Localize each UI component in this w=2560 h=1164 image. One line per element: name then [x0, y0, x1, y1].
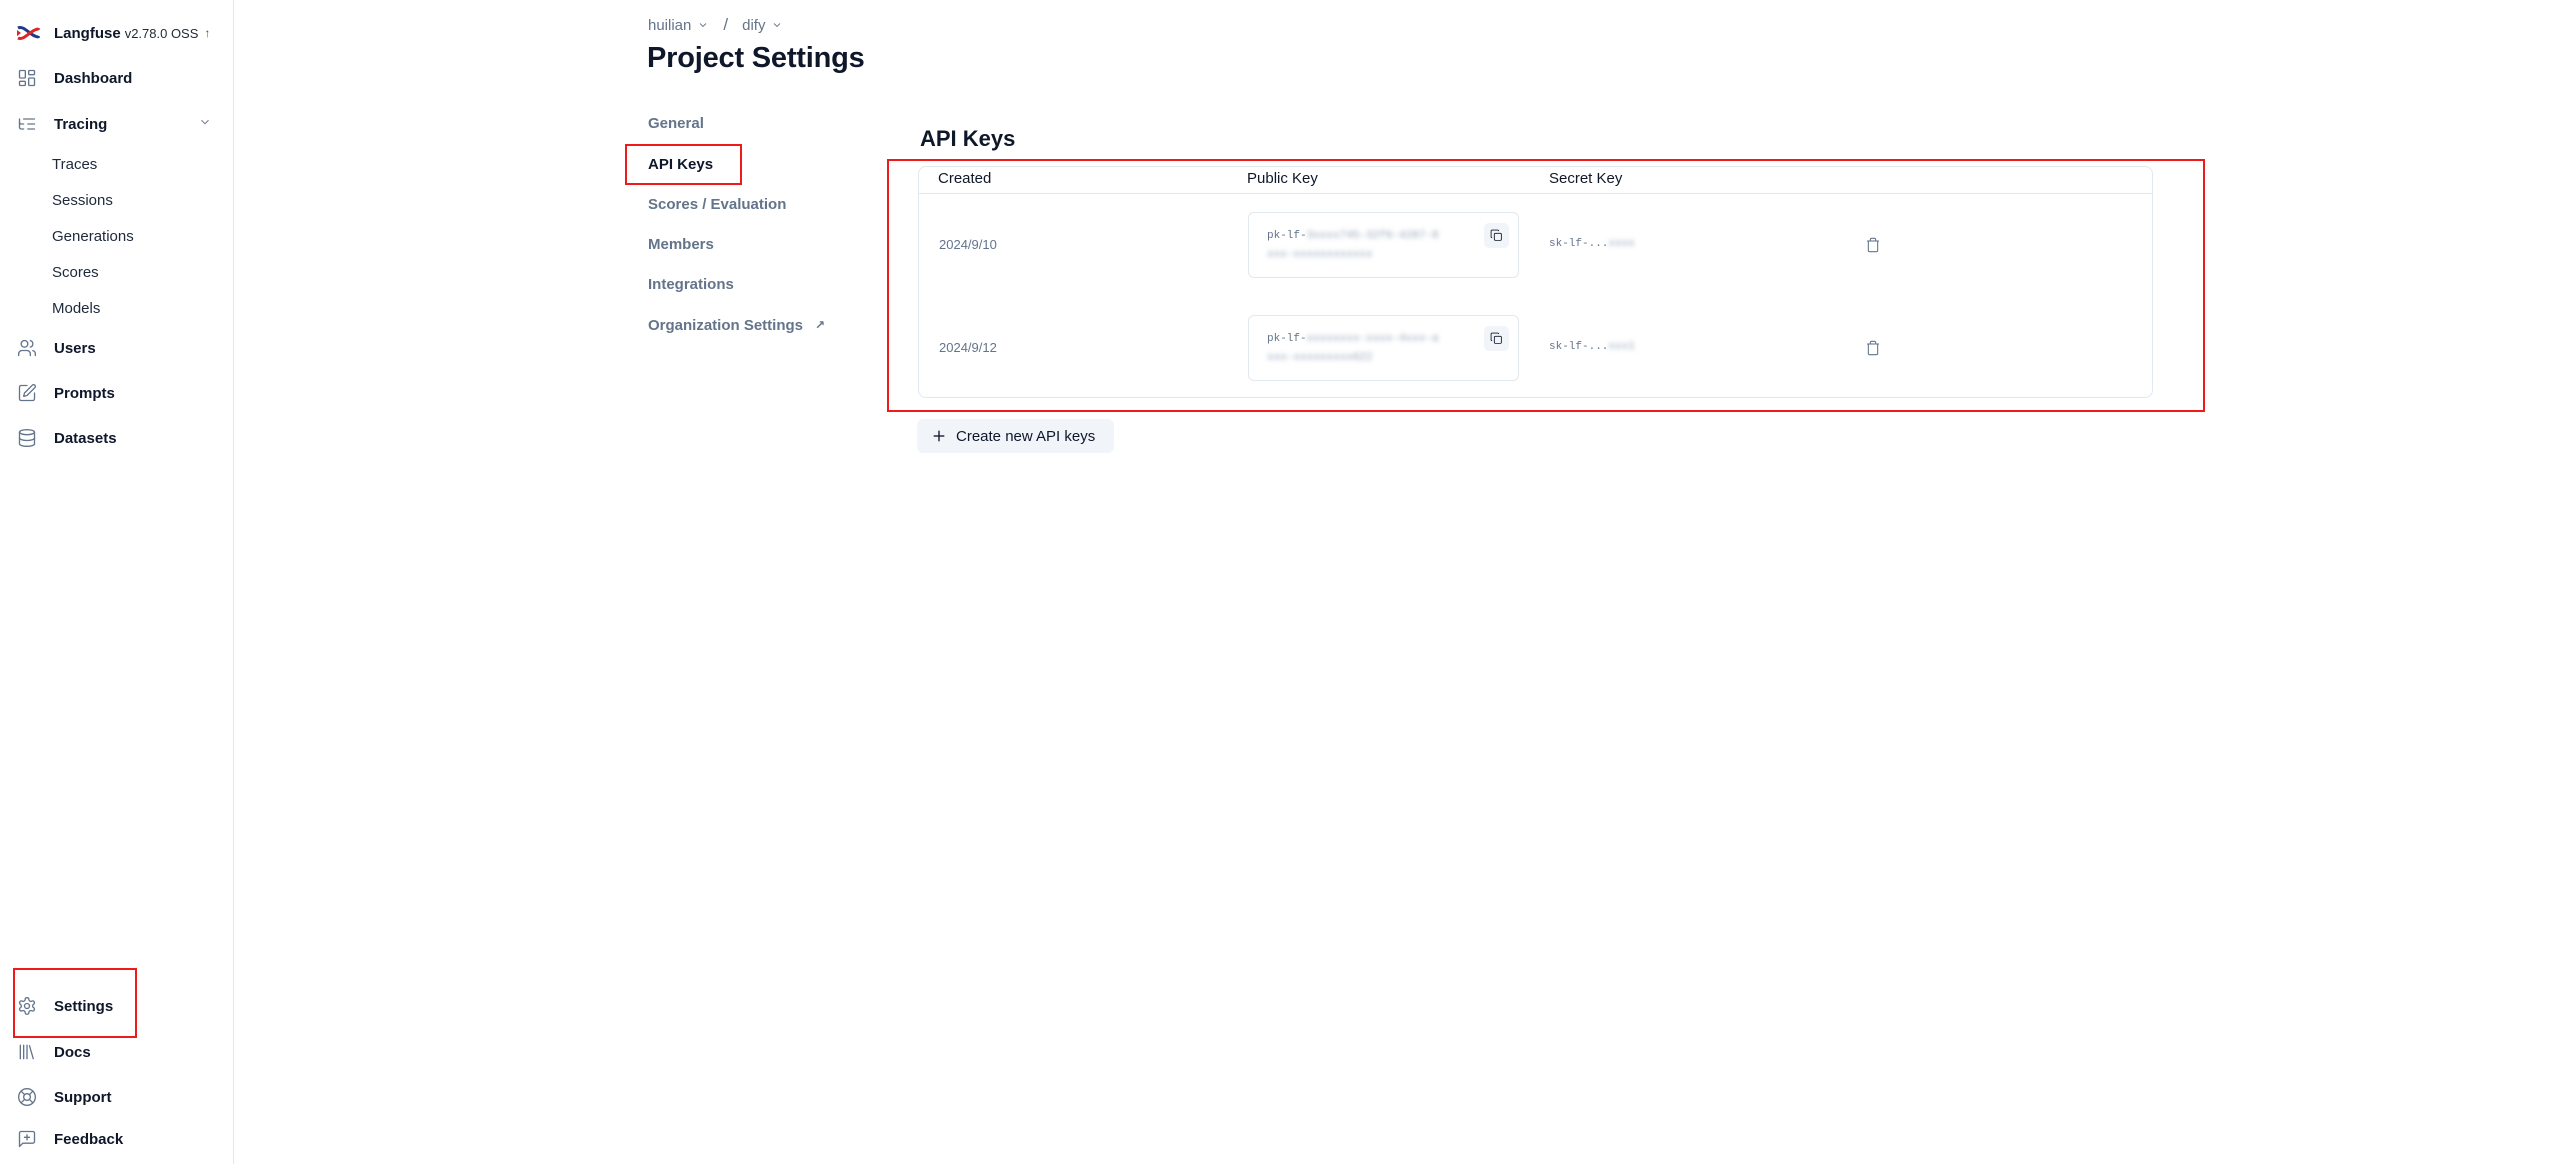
tab-scores-evaluation[interactable]: Scores / Evaluation	[648, 193, 786, 215]
life-buoy-icon	[16, 1086, 38, 1108]
secret-key-value: sk-lf-...xxxx	[1549, 238, 1635, 250]
sidebar-item-label: Support	[54, 1088, 112, 1106]
table-header: Created Public Key Secret Key	[919, 167, 2152, 194]
sidebar-item-users[interactable]: Users	[16, 334, 96, 362]
brand-name: Langfuse	[54, 24, 121, 42]
column-header-public-key: Public Key	[1247, 170, 1318, 187]
secret-key-redacted: xxxx	[1608, 238, 1635, 250]
secret-key-prefix: sk-lf-...	[1549, 341, 1609, 353]
brand[interactable]: Langfuse v2.78.0 OSS ↑	[16, 22, 210, 44]
sidebar-item-sessions[interactable]: Sessions	[52, 188, 113, 212]
sidebar-item-settings[interactable]: Settings	[16, 992, 113, 1020]
sidebar-item-docs[interactable]: Docs	[16, 1038, 91, 1066]
table-row: 2024/9/12 pk-lf-xxxxxxxx-xxxx-4xxx-a xxx-…	[919, 297, 2152, 399]
external-link-icon: ↗	[815, 318, 826, 332]
column-header-created: Created	[938, 170, 992, 187]
public-key-redacted: xxx-xxxxxxxxx622	[1267, 352, 1373, 364]
delete-key-button[interactable]	[1864, 339, 1882, 357]
chevron-down-icon[interactable]	[198, 115, 214, 131]
create-button-label: Create new API keys	[956, 427, 1096, 445]
plus-icon	[933, 430, 945, 442]
created-date: 2024/9/10	[939, 237, 997, 252]
breadcrumb-separator: /	[723, 15, 729, 34]
pencil-square-icon	[16, 382, 38, 404]
sidebar-item-support[interactable]: Support	[16, 1083, 112, 1111]
public-key-redacted: 3xxxx745-32f6-4287-8	[1306, 230, 1439, 242]
sidebar-item-scores[interactable]: Scores	[52, 260, 99, 284]
breadcrumb: huilian / dify	[648, 14, 783, 36]
copy-icon	[1490, 332, 1502, 344]
public-key-redacted: xxxxxxxx-xxxx-4xxx-a	[1306, 333, 1439, 345]
secret-key-value: sk-lf-...xxx1	[1549, 341, 1635, 353]
column-header-secret-key: Secret Key	[1549, 170, 1623, 187]
sidebar-item-label: Dashboard	[54, 69, 133, 87]
trash-icon	[1867, 340, 1879, 356]
sidebar-item-datasets[interactable]: Datasets	[16, 424, 117, 452]
sidebar-item-label: Users	[54, 339, 96, 357]
gear-icon	[16, 995, 38, 1017]
breadcrumb-organization[interactable]: huilian	[648, 17, 709, 34]
sidebar-item-label: Docs	[54, 1043, 91, 1061]
sidebar-item-tracing[interactable]: Tracing	[16, 110, 107, 138]
public-key-redacted: xxx-xxxxxxxxxxxx	[1267, 249, 1373, 261]
sidebar-item-label: Prompts	[54, 384, 115, 402]
sidebar-item-dashboard[interactable]: Dashboard	[16, 64, 132, 92]
list-tree-icon	[16, 113, 38, 135]
tab-label: Organization Settings	[648, 316, 804, 334]
tab-integrations[interactable]: Integrations	[648, 273, 734, 295]
copy-icon	[1490, 229, 1502, 241]
sidebar-item-traces[interactable]: Traces	[52, 152, 97, 176]
public-key-value: pk-lf-xxxxxxxx-xxxx-4xxx-a xxx-xxxxxxxxx6…	[1267, 330, 1467, 368]
copy-button[interactable]	[1484, 223, 1509, 248]
trash-icon	[1867, 237, 1879, 253]
sidebar: Langfuse v2.78.0 OSS ↑ Dashboard Tracing…	[0, 0, 234, 1164]
page-title: Project Settings	[647, 42, 865, 74]
users-icon	[16, 337, 38, 359]
langfuse-logo-icon	[17, 26, 40, 40]
public-key-prefix: pk-lf-	[1267, 333, 1307, 345]
api-keys-heading: API Keys	[920, 126, 1016, 151]
arrow-up-icon[interactable]: ↑	[204, 26, 210, 40]
sidebar-item-label: Feedback	[54, 1130, 124, 1148]
dashboard-grid-icon	[16, 67, 38, 89]
delete-key-button[interactable]	[1864, 236, 1882, 254]
database-icon	[16, 427, 38, 449]
version-label: v2.78.0 OSS	[124, 25, 199, 41]
sidebar-item-generations[interactable]: Generations	[52, 224, 134, 248]
public-key-prefix: pk-lf-	[1267, 230, 1307, 242]
message-plus-icon	[16, 1128, 38, 1150]
public-key-field[interactable]: pk-lf-xxxxxxxx-xxxx-4xxx-a xxx-xxxxxxxxx6…	[1248, 315, 1519, 381]
sidebar-item-models[interactable]: Models	[52, 296, 100, 320]
chevron-down-icon	[774, 23, 781, 28]
copy-button[interactable]	[1484, 326, 1509, 351]
project-name: dify	[742, 16, 766, 34]
api-keys-table: Created Public Key Secret Key 2024/9/10 …	[918, 166, 2153, 398]
public-key-value: pk-lf-3xxxx745-32f6-4287-8 xxx-xxxxxxxxxx…	[1267, 227, 1467, 265]
table-row: 2024/9/10 pk-lf-3xxxx745-32f6-4287-8 xxx-…	[919, 194, 2152, 296]
secret-key-prefix: sk-lf-...	[1549, 238, 1609, 250]
create-api-key-button[interactable]: Create new API keys	[917, 419, 1114, 453]
sidebar-item-feedback[interactable]: Feedback	[16, 1125, 123, 1153]
secret-key-redacted: xxx1	[1608, 341, 1635, 353]
tab-api-keys[interactable]: API Keys	[648, 153, 713, 175]
sidebar-item-label: Settings	[54, 997, 114, 1015]
chevron-down-icon	[700, 23, 707, 28]
library-books-icon	[16, 1041, 38, 1063]
tab-organization-settings[interactable]: Organization Settings ↗	[648, 314, 825, 336]
tab-general[interactable]: General	[648, 112, 704, 134]
created-date: 2024/9/12	[939, 340, 997, 355]
tab-members[interactable]: Members	[648, 233, 714, 255]
organization-name: huilian	[648, 16, 692, 34]
public-key-field[interactable]: pk-lf-3xxxx745-32f6-4287-8 xxx-xxxxxxxxxx…	[1248, 212, 1519, 278]
breadcrumb-project[interactable]: dify	[742, 17, 783, 34]
sidebar-item-label: Datasets	[54, 429, 117, 447]
sidebar-item-prompts[interactable]: Prompts	[16, 379, 115, 407]
sidebar-item-label: Tracing	[54, 115, 108, 133]
